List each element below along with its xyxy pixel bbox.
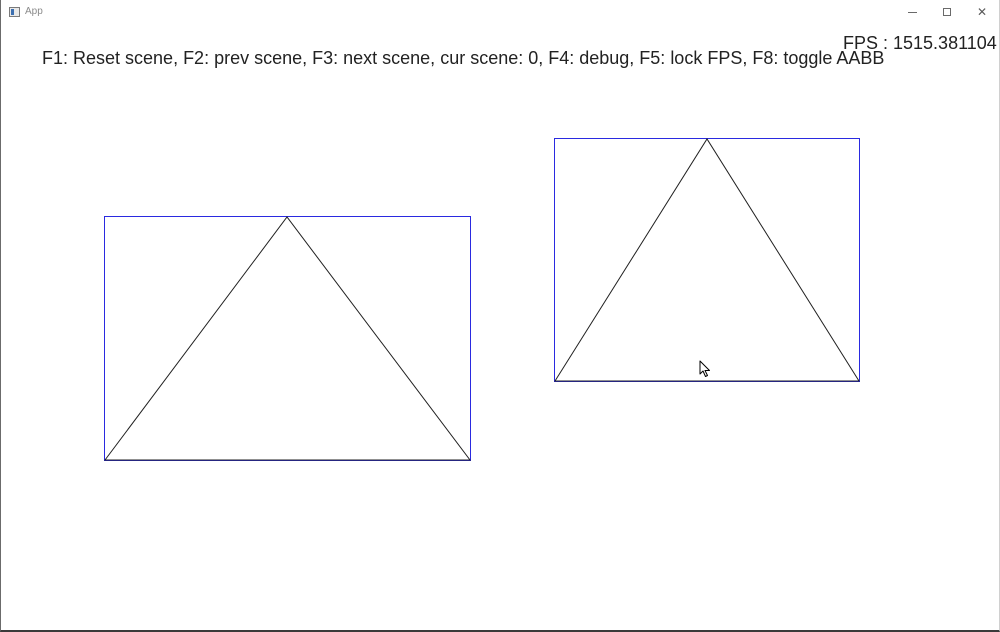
app-window: F1: Reset scene, F2: prev scene, F3: nex…: [0, 0, 1000, 632]
fps-counter: FPS : 1515.381104: [843, 33, 997, 53]
controls-help-text: F1: Reset scene, F2: prev scene, F3: nex…: [42, 48, 885, 68]
minimize-icon: [907, 12, 917, 13]
scene-svg: [104, 138, 860, 461]
window-title: App: [25, 6, 43, 17]
physics-body-right: [554, 138, 860, 382]
maximize-button[interactable]: [930, 0, 964, 24]
close-button[interactable]: ✕: [965, 0, 999, 24]
aabb-box-left: [104, 216, 471, 461]
title-bar[interactable]: App ✕: [1, 0, 999, 26]
aabb-box-right: [554, 138, 860, 382]
triangle-shape-right: [554, 138, 860, 382]
mouse-pointer-icon: [699, 360, 710, 377]
minimize-button[interactable]: [895, 0, 929, 24]
app-icon: [9, 7, 20, 17]
physics-body-left: [104, 216, 472, 461]
maximize-icon: [943, 8, 951, 16]
scene-canvas[interactable]: F1: Reset scene, F2: prev scene, F3: nex…: [1, 0, 999, 630]
close-icon: ✕: [976, 5, 988, 19]
triangle-shape-left: [104, 216, 472, 461]
